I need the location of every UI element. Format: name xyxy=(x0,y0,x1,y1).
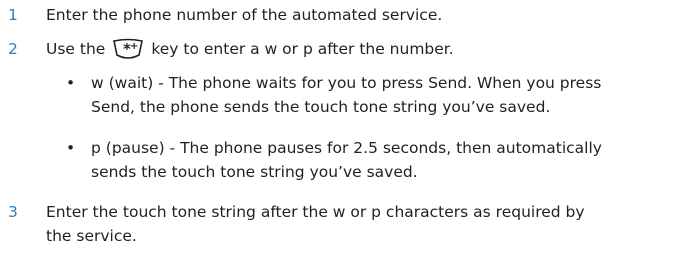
step-number: 3 xyxy=(8,203,18,221)
svg-text:+: + xyxy=(130,41,138,52)
bullet-text: w (wait) - The phone waits for you to pr… xyxy=(91,71,681,119)
step-line: Enter the touch tone string after the w … xyxy=(46,203,585,221)
step-text: Enter the touch tone string after the w … xyxy=(46,200,666,248)
instruction-list: 1 Enter the phone number of the automate… xyxy=(0,0,686,275)
step-line: the service. xyxy=(46,227,137,245)
bullet-line: sends the touch tone string you’ve saved… xyxy=(91,163,418,181)
step-text: Enter the phone number of the automated … xyxy=(46,6,443,24)
bullet-line: w (wait) - The phone waits for you to pr… xyxy=(91,74,602,92)
step-text: Use the * + key to enter a w or p after … xyxy=(46,37,666,61)
step-number: 2 xyxy=(8,40,18,58)
bullet-dot: • xyxy=(66,139,76,157)
bullet-dot: • xyxy=(66,74,76,92)
step-number: 1 xyxy=(8,6,18,24)
bullet-line: Send, the phone sends the touch tone str… xyxy=(91,98,551,116)
star-key-icon: * + xyxy=(113,38,144,59)
bullet-text: p (pause) - The phone pauses for 2.5 sec… xyxy=(91,136,681,184)
step-text-before-icon: Use the xyxy=(46,40,106,58)
bullet-line: p (pause) - The phone pauses for 2.5 sec… xyxy=(91,139,602,157)
step-text-after-icon: key to enter a w or p after the number. xyxy=(151,40,454,58)
